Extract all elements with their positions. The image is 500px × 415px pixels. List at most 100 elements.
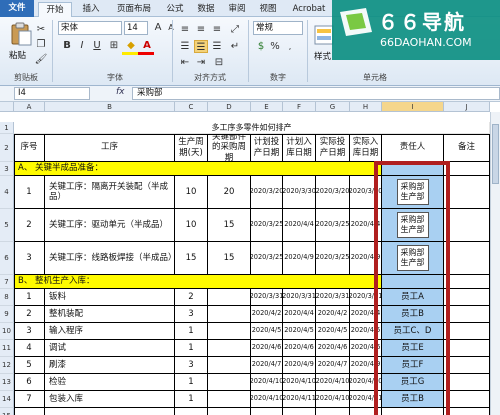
column-header-selected[interactable]: I bbox=[382, 102, 444, 112]
actual-in-date[interactable]: 2020/4/10 bbox=[350, 374, 382, 391]
tab-insert[interactable]: 插入 bbox=[78, 2, 104, 17]
cycle-days[interactable]: 1 bbox=[175, 374, 208, 391]
tab-formulas[interactable]: 公式 bbox=[162, 2, 188, 17]
plan-start-date[interactable]: 2020/4/5 bbox=[251, 323, 283, 340]
table-header[interactable]: 备注 bbox=[444, 134, 490, 162]
plan-in-date[interactable]: 2020/4/5 bbox=[283, 323, 316, 340]
row-header[interactable]: 15 bbox=[0, 408, 14, 415]
plan-in-date[interactable]: 2020/4/6 bbox=[283, 340, 316, 357]
step-name[interactable]: 关键工序：线路板焊接（半成品） bbox=[45, 242, 175, 275]
number-format-select[interactable]: 常规 bbox=[253, 21, 303, 35]
paste-button[interactable] bbox=[8, 21, 34, 47]
purchase-cycle[interactable] bbox=[208, 289, 251, 306]
row-number[interactable]: 1 bbox=[14, 289, 45, 306]
cycle-days[interactable]: 2 bbox=[175, 289, 208, 306]
cycle-days[interactable]: 1 bbox=[175, 391, 208, 408]
plan-in-date[interactable]: 2020/3/30 bbox=[283, 176, 316, 209]
plan-in-date[interactable]: 2020/4/4 bbox=[283, 306, 316, 323]
column-header[interactable]: D bbox=[208, 102, 251, 112]
row-header[interactable]: 14 bbox=[0, 391, 14, 408]
actual-start-date[interactable]: 2020/4/7 bbox=[316, 357, 350, 374]
table-header[interactable]: 计划投产日期 bbox=[251, 134, 283, 162]
step-name[interactable]: 整机装配 bbox=[45, 306, 175, 323]
plan-start-date[interactable]: 2020/3/25 bbox=[251, 209, 283, 242]
align-left-icon[interactable]: ☰ bbox=[178, 40, 192, 53]
owner-cell[interactable]: 采购部 生产部 bbox=[382, 209, 444, 242]
tab-acrobat[interactable]: Acrobat bbox=[287, 2, 331, 17]
table-header[interactable]: 责任人 bbox=[382, 134, 444, 162]
remark-cell[interactable] bbox=[444, 242, 490, 275]
align-right-icon[interactable]: ☰ bbox=[210, 40, 224, 53]
font-size-select[interactable]: 14 bbox=[124, 21, 148, 35]
row-number[interactable]: 2 bbox=[14, 306, 45, 323]
row-header[interactable]: 6 bbox=[0, 242, 14, 275]
owner-cell[interactable]: 员工B bbox=[382, 306, 444, 323]
cut-icon[interactable]: ✂ bbox=[34, 23, 48, 36]
plan-start-date[interactable]: 2020/4/10 bbox=[251, 374, 283, 391]
bold-button[interactable]: B bbox=[60, 39, 74, 52]
column-header[interactable]: E bbox=[251, 102, 283, 112]
plan-in-date[interactable]: 2020/4/4 bbox=[283, 209, 316, 242]
plan-in-date[interactable]: 2020/4/10 bbox=[283, 374, 316, 391]
actual-in-date[interactable]: 2020/4/4 bbox=[350, 306, 382, 323]
format-painter-icon[interactable]: 🖌 bbox=[34, 53, 48, 66]
actual-start-date[interactable]: 2020/4/10 bbox=[316, 374, 350, 391]
cell[interactable] bbox=[444, 275, 490, 289]
actual-start-date[interactable]: 2020/3/31 bbox=[316, 289, 350, 306]
purchase-cycle[interactable]: 15 bbox=[208, 209, 251, 242]
underline-button[interactable]: U bbox=[90, 39, 104, 52]
formula-input[interactable]: 采购部 bbox=[132, 87, 500, 100]
cycle-days[interactable]: 10 bbox=[175, 209, 208, 242]
actual-in-date[interactable]: 2020/4/9 bbox=[350, 357, 382, 374]
cell[interactable] bbox=[350, 408, 382, 415]
purchase-cycle[interactable]: 20 bbox=[208, 176, 251, 209]
decrease-indent-icon[interactable]: ⇤ bbox=[178, 56, 192, 69]
cell[interactable] bbox=[382, 408, 444, 415]
column-header[interactable]: B bbox=[45, 102, 175, 112]
column-header[interactable]: A bbox=[14, 102, 45, 112]
purchase-cycle[interactable] bbox=[208, 374, 251, 391]
section-b-label[interactable]: B、 整机生产入库： bbox=[14, 275, 382, 289]
purchase-cycle[interactable] bbox=[208, 357, 251, 374]
owner-cell[interactable]: 采购部 生产部 bbox=[382, 242, 444, 275]
table-header[interactable]: 工序 bbox=[45, 134, 175, 162]
column-header[interactable]: F bbox=[283, 102, 316, 112]
plan-start-date[interactable]: 2020/4/10 bbox=[251, 391, 283, 408]
fx-icon[interactable]: fx bbox=[116, 87, 125, 97]
row-number[interactable]: 3 bbox=[14, 323, 45, 340]
step-name[interactable]: 输入程序 bbox=[45, 323, 175, 340]
align-center-icon[interactable]: ☰ bbox=[194, 40, 208, 53]
plan-start-date[interactable]: 2020/3/25 bbox=[251, 242, 283, 275]
plan-in-date[interactable]: 2020/4/9 bbox=[283, 357, 316, 374]
increase-indent-icon[interactable]: ⇥ bbox=[194, 56, 208, 69]
name-box[interactable]: I4 bbox=[14, 87, 90, 100]
remark-cell[interactable] bbox=[444, 176, 490, 209]
row-header[interactable]: 5 bbox=[0, 209, 14, 242]
plan-start-date[interactable]: 2020/4/2 bbox=[251, 306, 283, 323]
fill-color-icon[interactable]: ◆ bbox=[124, 39, 138, 52]
copy-icon[interactable]: ❐ bbox=[34, 38, 48, 51]
align-middle-icon[interactable]: ≡ bbox=[194, 23, 208, 36]
actual-start-date[interactable]: 2020/4/6 bbox=[316, 340, 350, 357]
plan-in-date[interactable]: 2020/4/11 bbox=[283, 391, 316, 408]
row-header[interactable]: 7 bbox=[0, 275, 14, 289]
row-header[interactable]: 9 bbox=[0, 306, 14, 323]
purchase-cycle[interactable] bbox=[208, 306, 251, 323]
borders-icon[interactable]: ⊞ bbox=[107, 39, 121, 52]
align-bottom-icon[interactable]: ≡ bbox=[210, 23, 224, 36]
font-color-icon[interactable]: A bbox=[140, 39, 154, 52]
actual-start-date[interactable]: 2020/3/20 bbox=[316, 176, 350, 209]
cycle-days[interactable]: 15 bbox=[175, 242, 208, 275]
table-header[interactable]: 实际入库日期 bbox=[350, 134, 382, 162]
actual-in-date[interactable]: 2020/4/11 bbox=[350, 391, 382, 408]
select-all-corner[interactable] bbox=[0, 102, 14, 112]
owner-cell[interactable] bbox=[382, 162, 444, 176]
section-a-label[interactable]: A、 关键半成品准备： bbox=[14, 162, 382, 176]
cycle-days[interactable]: 1 bbox=[175, 323, 208, 340]
vertical-scrollbar[interactable] bbox=[490, 112, 500, 415]
align-top-icon[interactable]: ≡ bbox=[178, 23, 192, 36]
remark-cell[interactable] bbox=[444, 391, 490, 408]
cell[interactable] bbox=[251, 408, 283, 415]
owner-cell[interactable]: 采购部 生产部 bbox=[382, 176, 444, 209]
tab-file[interactable]: 文件 bbox=[0, 0, 34, 17]
